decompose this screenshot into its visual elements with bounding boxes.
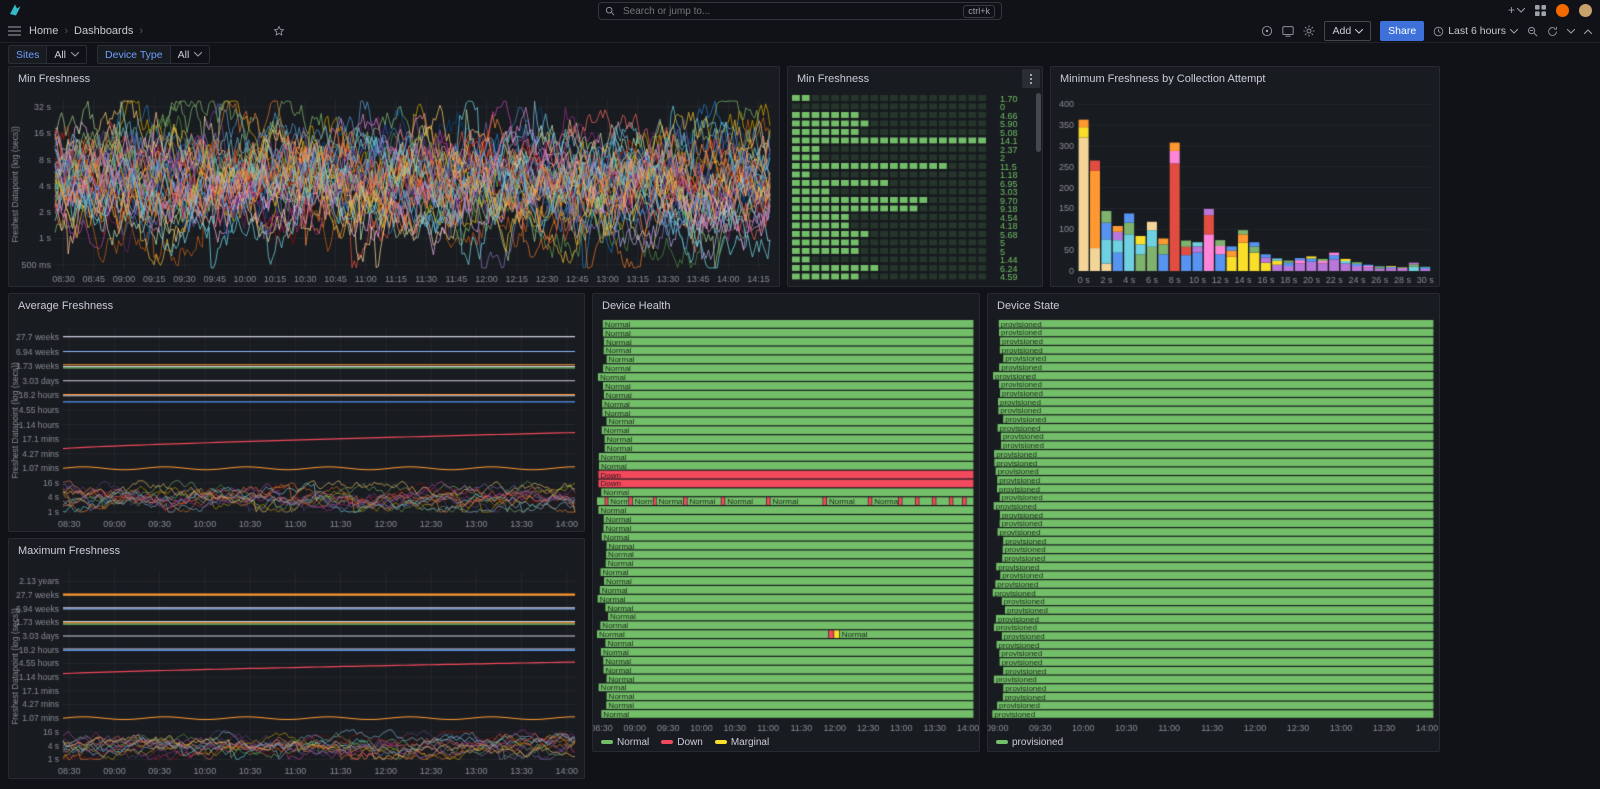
legend-label: Down	[677, 737, 703, 748]
filter-device-type[interactable]: Device Type All	[97, 45, 210, 64]
legend-label: provisioned	[1012, 737, 1063, 748]
search-box[interactable]: ctrl+k	[598, 2, 1002, 20]
breadcrumb-home[interactable]: Home	[29, 25, 58, 37]
average-freshness-chart[interactable]	[9, 318, 584, 531]
panel-title-text: Device Health	[602, 300, 670, 312]
panel-average-freshness: Average Freshness	[8, 293, 585, 532]
filter-device-type-value[interactable]: All	[170, 45, 211, 64]
device-health-legend: Normal Down Marginal	[593, 733, 979, 751]
maximum-freshness-chart[interactable]	[9, 563, 584, 778]
panel-title-text: Minimum Freshness by Collection Attempt	[1060, 73, 1265, 85]
panel-title-device-state[interactable]: Device State	[988, 294, 1439, 318]
collapse-caret-icon[interactable]	[1584, 29, 1592, 34]
filter-sites-value[interactable]: All	[46, 45, 87, 64]
clock-icon	[1433, 26, 1444, 37]
breadcrumb: Home › Dashboards ›	[29, 25, 143, 37]
panel-title-min-freshness-gauge[interactable]: Min Freshness	[788, 67, 1042, 91]
org-avatar[interactable]	[1556, 4, 1569, 17]
user-avatar[interactable]	[1579, 4, 1592, 17]
menu-toggle-icon[interactable]	[8, 26, 21, 36]
legend-swatch	[661, 740, 673, 744]
search-icon	[605, 6, 615, 16]
panels-icon[interactable]	[1282, 25, 1294, 37]
legend-item[interactable]: Down	[661, 737, 703, 748]
panel-title-maximum-freshness[interactable]: Maximum Freshness	[9, 539, 584, 563]
device-state-chart[interactable]	[988, 318, 1439, 733]
panel-title-text: Device State	[997, 300, 1059, 312]
panel-min-freshness-gauge: Min Freshness	[787, 66, 1043, 287]
min-freshness-gauge-chart[interactable]	[788, 91, 1042, 286]
settings-gear-icon[interactable]	[1303, 25, 1315, 37]
panel-title-device-health[interactable]: Device Health	[593, 294, 979, 318]
min-freshness-chart[interactable]	[9, 91, 779, 286]
panel-min-freshness: Min Freshness	[8, 66, 780, 287]
new-button[interactable]: +	[1508, 3, 1525, 17]
time-range-picker[interactable]: Last 6 hours	[1433, 25, 1518, 37]
filter-device-type-label: Device Type	[97, 45, 170, 64]
panel-title-text: Min Freshness	[18, 73, 90, 85]
add-button[interactable]: Add	[1324, 21, 1371, 41]
share-button[interactable]: Share	[1380, 21, 1424, 41]
panel-title-min-freshness[interactable]: Min Freshness	[9, 67, 779, 91]
filter-sites[interactable]: Sites All	[8, 45, 87, 64]
dashboard-variables: Sites All Device Type All	[0, 43, 1600, 66]
legend-label: Normal	[617, 737, 649, 748]
dashboard-grid: Min Freshness Min Freshness Minimum Fres…	[8, 66, 1592, 789]
search-input[interactable]	[621, 5, 957, 18]
org-logo[interactable]	[8, 3, 22, 17]
search-shortcut-badge: ctrl+k	[963, 5, 995, 18]
zoom-out-icon[interactable]	[1527, 26, 1538, 37]
legend-swatch	[996, 740, 1008, 744]
device-state-legend: provisioned	[988, 733, 1439, 751]
panel-device-health: Device Health Normal Down Marginal	[592, 293, 980, 752]
apps-grid-icon[interactable]	[1535, 5, 1546, 16]
legend-swatch	[715, 740, 727, 744]
device-health-chart[interactable]	[593, 318, 979, 733]
breadcrumb-dashboards[interactable]: Dashboards	[74, 25, 133, 37]
legend-item[interactable]: Normal	[601, 737, 649, 748]
app-header: ctrl+k +	[0, 0, 1600, 20]
panel-title-histogram[interactable]: Minimum Freshness by Collection Attempt	[1051, 67, 1439, 91]
dashboard-toolbar: Home › Dashboards › Add Share Last 6 hou…	[0, 20, 1600, 43]
panel-title-text: Maximum Freshness	[18, 545, 120, 557]
panel-scrollbar[interactable]	[1036, 93, 1041, 266]
favorite-star-icon[interactable]	[273, 25, 285, 37]
legend-item[interactable]: Marginal	[715, 737, 769, 748]
panel-min-freshness-histogram: Minimum Freshness by Collection Attempt	[1050, 66, 1440, 287]
panel-menu-button[interactable]	[1022, 69, 1040, 88]
panel-title-text: Average Freshness	[18, 300, 113, 312]
breadcrumb-separator: ›	[139, 25, 143, 37]
filter-sites-label: Sites	[8, 45, 46, 64]
legend-label: Marginal	[731, 737, 769, 748]
histogram-chart[interactable]	[1051, 91, 1439, 286]
breadcrumb-separator: ›	[64, 25, 68, 37]
panel-title-average-freshness[interactable]: Average Freshness	[9, 294, 584, 318]
panel-device-state: Device State provisioned	[987, 293, 1440, 752]
refresh-icon[interactable]	[1547, 26, 1558, 37]
legend-item[interactable]: provisioned	[996, 737, 1063, 748]
panel-title-text: Min Freshness	[797, 73, 869, 85]
legend-swatch	[601, 740, 613, 744]
insights-icon[interactable]	[1261, 25, 1273, 37]
panel-maximum-freshness: Maximum Freshness	[8, 538, 585, 779]
refresh-interval-caret-icon[interactable]	[1567, 29, 1575, 34]
